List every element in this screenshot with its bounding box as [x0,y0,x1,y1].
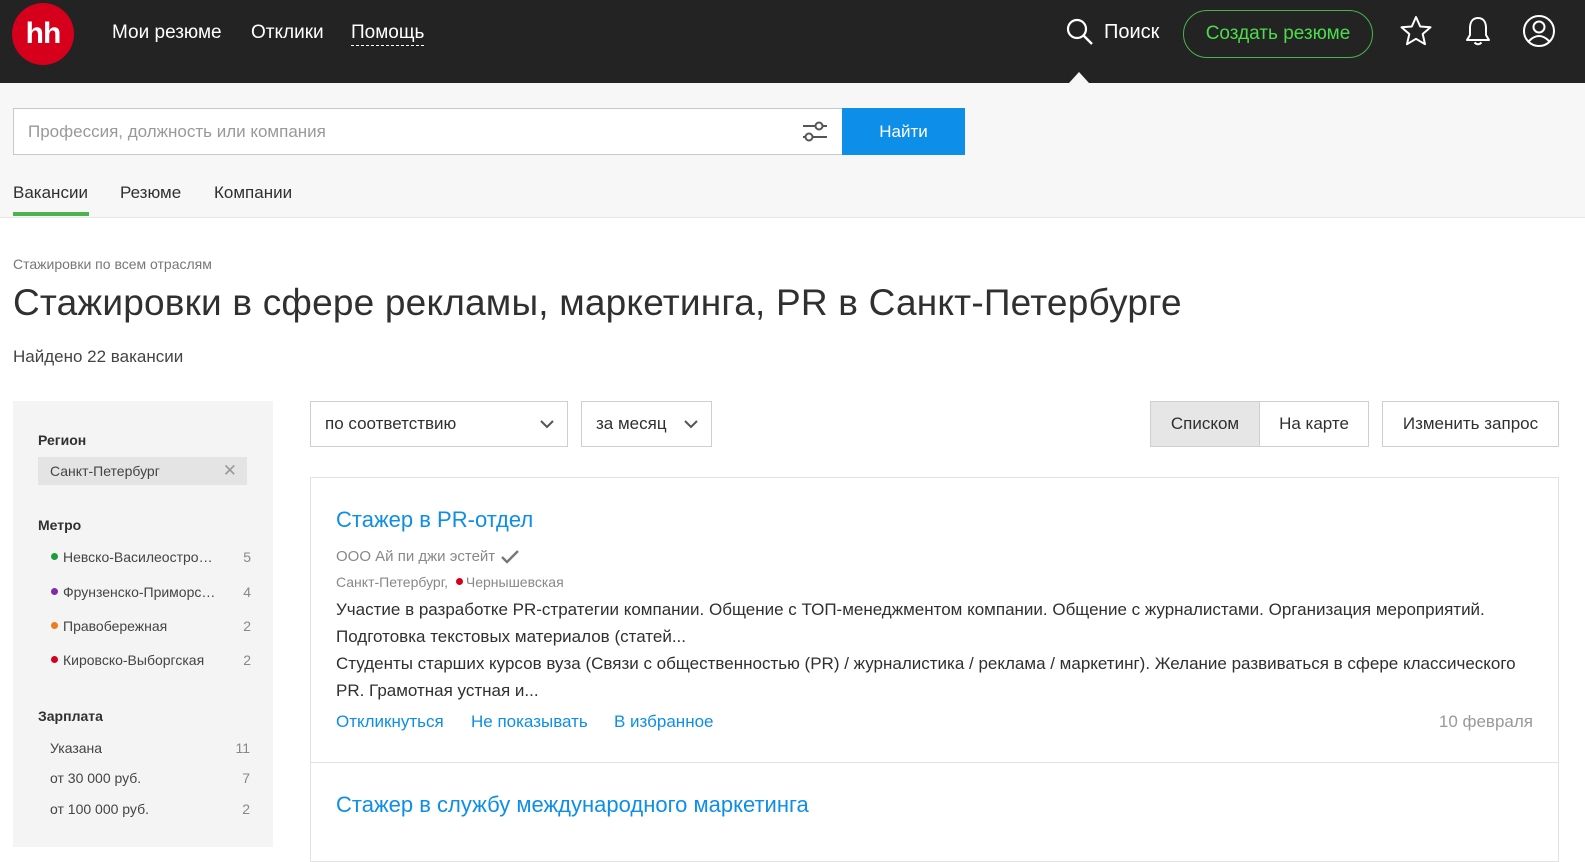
metro-filter-label: Правобережная [63,618,168,634]
metro-filter-count: 2 [243,618,251,634]
metro-line-dot [51,622,58,629]
hide-vacancy-link[interactable]: Не показывать [471,712,588,732]
find-button[interactable]: Найти [842,108,965,155]
vacancy-requirements: Студенты старших курсов вуза (Связи с об… [336,654,1516,700]
header-search-label: Поиск [1104,20,1160,43]
profile-icon[interactable] [1522,14,1556,48]
chevron-down-icon [540,420,554,429]
search-placeholder: Профессия, должность или компания [28,121,326,141]
region-chip: Санкт-Петербург ✕ [38,457,247,485]
vacancy-card: Стажер в службу международного маркетинг… [310,762,1559,862]
close-icon[interactable]: ✕ [223,462,237,479]
metro-line-dot [51,588,58,595]
metro-heading: Метро [38,517,82,533]
region-value: Санкт-Петербург [50,463,160,479]
vacancy-metro: Чернышевская [465,574,564,590]
nav-responses[interactable]: Отклики [251,22,324,44]
metro-filter-label: Кировско-Выборгская [63,652,205,668]
search-panel: Профессия, должность или компания Найти … [0,83,1585,218]
salary-filter-label: от 30 000 руб. [50,770,142,786]
vacancy-card: Стажер в PR-отдел ООО Ай пи джи эстейт С… [310,477,1559,763]
metro-filter-item[interactable]: Невско-Василеостровская 5 [51,549,251,565]
salary-filter-count: 11 [235,740,250,756]
active-tab-indicator [13,212,89,216]
sort-select[interactable]: по соответствию [310,401,568,447]
breadcrumb[interactable]: Стажировки по всем отраслям [13,256,212,272]
filters-sidebar: Регион Санкт-Петербург ✕ Метро Невско-Ва… [13,401,273,847]
metro-filter-item[interactable]: Фрунзенско-Приморская 4 [51,584,251,600]
vacancy-responsibilities: Участие в разработке PR-стратегии компан… [336,600,1485,646]
page-title: Стажировки в сфере рекламы, маркетинга, … [13,282,1182,323]
bell-icon[interactable] [1461,14,1495,48]
metro-line-dot [455,578,463,585]
salary-filter-label: Указана [50,740,103,756]
sort-select-value: по соответствию [325,414,457,433]
metro-filter-label: Невско-Василеостровская [63,549,219,565]
active-search-caret [1069,72,1089,83]
respond-link[interactable]: Откликнуться [336,712,444,732]
period-select[interactable]: за месяц [581,401,712,447]
salary-filter-item[interactable]: от 100 000 руб. 2 [50,801,250,817]
view-map-button[interactable]: На карте [1259,401,1369,447]
metro-filter-item[interactable]: Кировско-Выборгская 2 [51,652,251,668]
hh-logo[interactable]: hh [12,3,74,65]
create-resume-button[interactable]: Создать резюме [1183,10,1373,58]
add-to-favorites-link[interactable]: В избранное [614,712,714,732]
metro-line-dot [51,553,58,560]
vacancy-title-link[interactable]: Стажер в службу международного маркетинг… [336,792,809,818]
star-icon[interactable] [1399,14,1433,48]
company-name: ООО Ай пи джи эстейт [336,548,496,565]
salary-filter-item[interactable]: от 30 000 руб. 7 [50,770,250,786]
salary-filter-count: 2 [242,801,250,817]
region-heading: Регион [38,432,87,448]
header-search-button[interactable]: Поиск [1066,18,1159,46]
search-input[interactable]: Профессия, должность или компания [13,108,843,155]
metro-filter-label: Фрунзенско-Приморская [63,584,219,600]
chevron-down-icon [684,420,698,429]
nav-my-resumes[interactable]: Мои резюме [112,22,222,44]
vacancy-date: 10 февраля [1438,712,1533,731]
salary-heading: Зарплата [38,708,103,724]
salary-filter-item[interactable]: Указана 11 [50,740,250,756]
tab-vacancies[interactable]: Вакансии [13,183,88,203]
metro-filter-item[interactable]: Правобережная 2 [51,618,251,634]
salary-filter-count: 7 [242,770,250,786]
view-list-button[interactable]: Списком [1150,401,1260,447]
verified-check-icon [501,549,520,564]
metro-filter-count: 2 [243,652,251,668]
metro-filter-count: 4 [243,584,251,600]
vacancy-city: Санкт-Петербург, [336,574,448,590]
metro-line-dot [51,656,58,663]
search-icon [1066,18,1093,45]
change-query-button[interactable]: Изменить запрос [1382,401,1559,447]
vacancy-location: Санкт-Петербург, Чернышевская [336,574,564,590]
nav-help[interactable]: Помощь [351,22,425,46]
vacancy-title-link[interactable]: Стажер в PR-отдел [336,507,533,533]
vacancy-company[interactable]: ООО Ай пи джи эстейт [336,548,520,565]
top-navigation-bar: hh Мои резюме Отклики Помощь Поиск Созда… [0,0,1585,83]
results-count: Найдено 22 вакансии [13,347,184,366]
salary-filter-label: от 100 000 руб. [50,801,149,817]
metro-filter-count: 5 [243,549,251,565]
tab-companies[interactable]: Компании [214,183,292,203]
tab-resumes[interactable]: Резюме [120,183,181,203]
advanced-filter-icon[interactable] [800,118,830,146]
period-select-value: за месяц [596,414,667,433]
